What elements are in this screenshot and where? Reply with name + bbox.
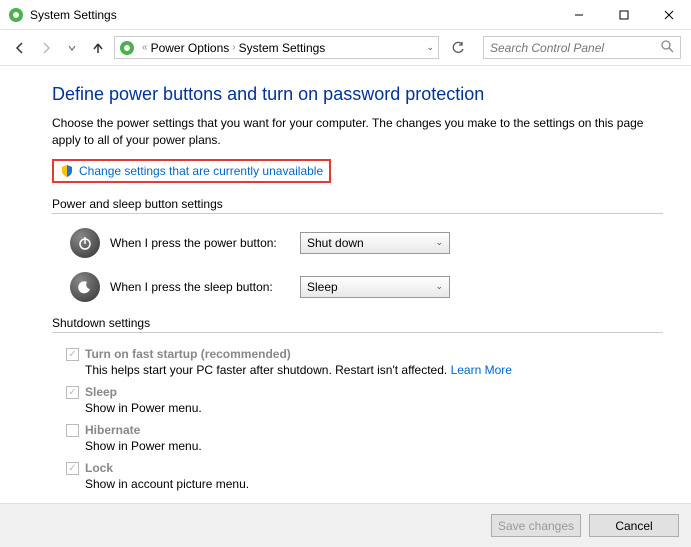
power-button-row: When I press the power button: Shut down…	[70, 228, 663, 258]
cancel-button[interactable]: Cancel	[589, 514, 679, 537]
breadcrumb-item[interactable]: Power Options	[151, 41, 230, 55]
checkbox-row-sleep: ✓ Sleep	[66, 385, 663, 399]
checkbox-row-lock: ✓ Lock	[66, 461, 663, 475]
page-title: Define power buttons and turn on passwor…	[52, 84, 663, 105]
search-icon[interactable]	[661, 40, 674, 56]
breadcrumb-dropdown[interactable]: ⌄	[426, 42, 434, 53]
titlebar: System Settings	[0, 0, 691, 30]
app-icon	[8, 7, 24, 23]
checkbox-sleep[interactable]: ✓	[66, 386, 79, 399]
forward-button[interactable]	[36, 38, 56, 58]
shield-icon	[60, 164, 74, 178]
sleep-button-row: When I press the sleep button: Sleep ⌄	[70, 272, 663, 302]
checkbox-label: Turn on fast startup (recommended)	[85, 347, 291, 361]
content-area: Define power buttons and turn on passwor…	[0, 66, 691, 491]
footer: Save changes Cancel	[0, 503, 691, 547]
checkbox-desc: Show in Power menu.	[85, 439, 663, 453]
breadcrumb[interactable]: « Power Options › System Settings ⌄	[114, 36, 439, 59]
chevron-left-icon: «	[142, 42, 148, 53]
sleep-button-label: When I press the sleep button:	[110, 280, 300, 294]
control-panel-icon	[119, 40, 135, 56]
checkbox-row-fast-startup: ✓ Turn on fast startup (recommended)	[66, 347, 663, 361]
checkbox-desc: This helps start your PC faster after sh…	[85, 363, 663, 377]
section-header-power-sleep: Power and sleep button settings	[52, 197, 663, 211]
refresh-button[interactable]	[447, 37, 469, 59]
divider	[52, 332, 663, 333]
combo-value: Shut down	[307, 236, 364, 250]
chevron-right-icon: ›	[232, 42, 235, 53]
window-title: System Settings	[30, 8, 117, 22]
power-icon	[70, 228, 100, 258]
checkbox-label: Sleep	[85, 385, 117, 399]
checkbox-row-hibernate: Hibernate	[66, 423, 663, 437]
checkbox-label: Hibernate	[85, 423, 140, 437]
checkbox-fast-startup[interactable]: ✓	[66, 348, 79, 361]
checkbox-label: Lock	[85, 461, 113, 475]
checkbox-lock[interactable]: ✓	[66, 462, 79, 475]
sleep-icon	[70, 272, 100, 302]
chevron-down-icon: ⌄	[435, 281, 443, 292]
window-controls	[556, 0, 691, 30]
change-settings-highlight: Change settings that are currently unava…	[52, 159, 331, 183]
learn-more-link[interactable]: Learn More	[451, 363, 512, 377]
minimize-button[interactable]	[556, 0, 601, 30]
breadcrumb-item[interactable]: System Settings	[239, 41, 326, 55]
back-button[interactable]	[10, 38, 30, 58]
checkbox-hibernate[interactable]	[66, 424, 79, 437]
power-button-combo[interactable]: Shut down ⌄	[300, 232, 450, 254]
checkbox-desc: Show in account picture menu.	[85, 477, 663, 491]
navbar: « Power Options › System Settings ⌄	[0, 30, 691, 66]
maximize-button[interactable]	[601, 0, 646, 30]
section-header-shutdown: Shutdown settings	[52, 316, 663, 330]
sleep-button-combo[interactable]: Sleep ⌄	[300, 276, 450, 298]
power-button-label: When I press the power button:	[110, 236, 300, 250]
checkbox-desc: Show in Power menu.	[85, 401, 663, 415]
search-input[interactable]	[490, 41, 661, 55]
change-settings-link[interactable]: Change settings that are currently unava…	[79, 164, 323, 178]
chevron-down-icon: ⌄	[435, 237, 443, 248]
recent-dropdown[interactable]	[62, 38, 82, 58]
search-box[interactable]	[483, 36, 681, 59]
combo-value: Sleep	[307, 280, 338, 294]
up-button[interactable]	[88, 38, 108, 58]
close-button[interactable]	[646, 0, 691, 30]
divider	[52, 213, 663, 214]
page-description: Choose the power settings that you want …	[52, 115, 663, 149]
save-changes-button[interactable]: Save changes	[491, 514, 581, 537]
